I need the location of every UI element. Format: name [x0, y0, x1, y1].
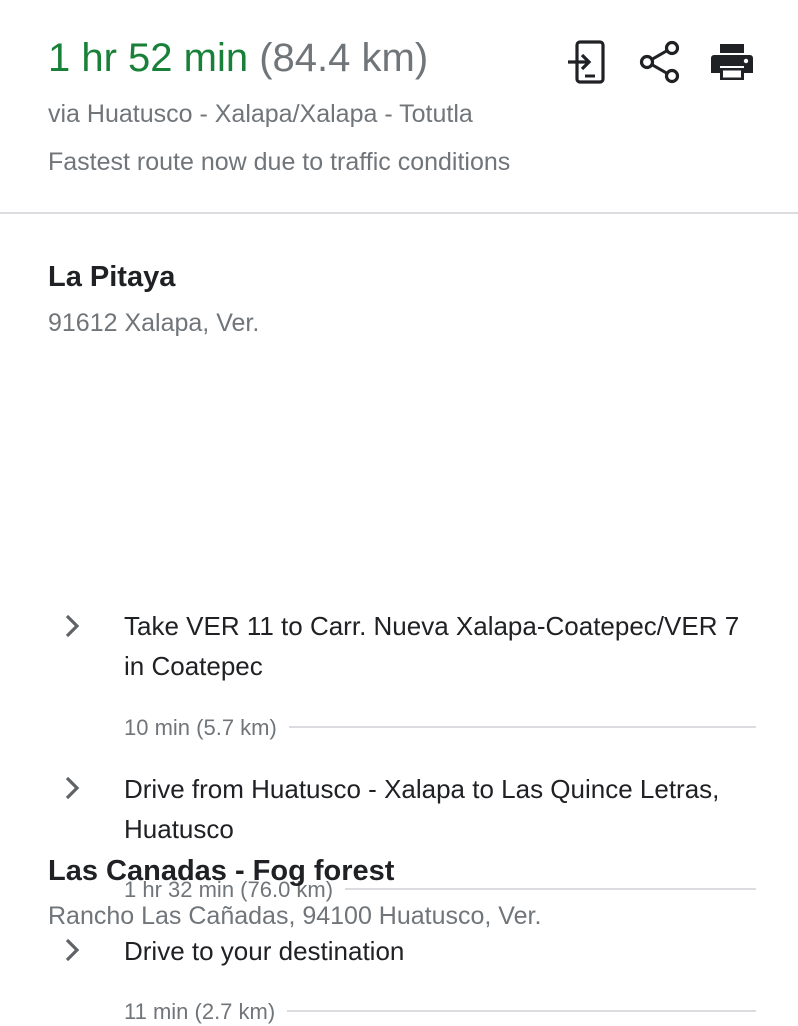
chevron-right-icon[interactable] — [58, 936, 86, 964]
destination-name: Las Canadas - Fog forest — [48, 855, 395, 887]
share-icon — [639, 40, 680, 84]
chevron-right-icon[interactable] — [58, 612, 86, 640]
print-icon — [711, 44, 753, 80]
route-distance: (84.4 km) — [259, 36, 429, 80]
route-title: 1 hr 52 min (84.4 km) — [48, 32, 428, 84]
route-summary: 1 hr 52 min (84.4 km) via Huatusco - Xal… — [0, 0, 798, 214]
route-duration: 1 hr 52 min — [48, 36, 249, 80]
origin-address: 91612 Xalapa, Ver. — [48, 309, 260, 337]
step-description[interactable]: Take VER 11 to Carr. Nueva Xalapa-Coatep… — [124, 606, 764, 686]
share-button[interactable] — [636, 38, 684, 86]
route-reason: Fastest route now due to traffic conditi… — [48, 148, 511, 176]
step-description[interactable]: Drive from Huatusco - Xalapa to Las Quin… — [124, 769, 764, 849]
send-to-phone-icon — [568, 40, 605, 84]
route-via: via Huatusco - Xalapa/Xalapa - Totutla — [48, 100, 473, 128]
origin-name: La Pitaya — [48, 261, 176, 293]
send-to-phone-button[interactable] — [563, 38, 611, 86]
print-button[interactable] — [708, 38, 756, 86]
step-description[interactable]: Drive to your destination — [124, 931, 764, 971]
chevron-right-icon[interactable] — [58, 774, 86, 802]
step-duration: 11 min (2.7 km) — [124, 998, 288, 1026]
destination-address: Rancho Las Cañadas, 94100 Huatusco, Ver. — [48, 902, 542, 930]
step-duration: 10 min (5.7 km) — [124, 714, 289, 742]
